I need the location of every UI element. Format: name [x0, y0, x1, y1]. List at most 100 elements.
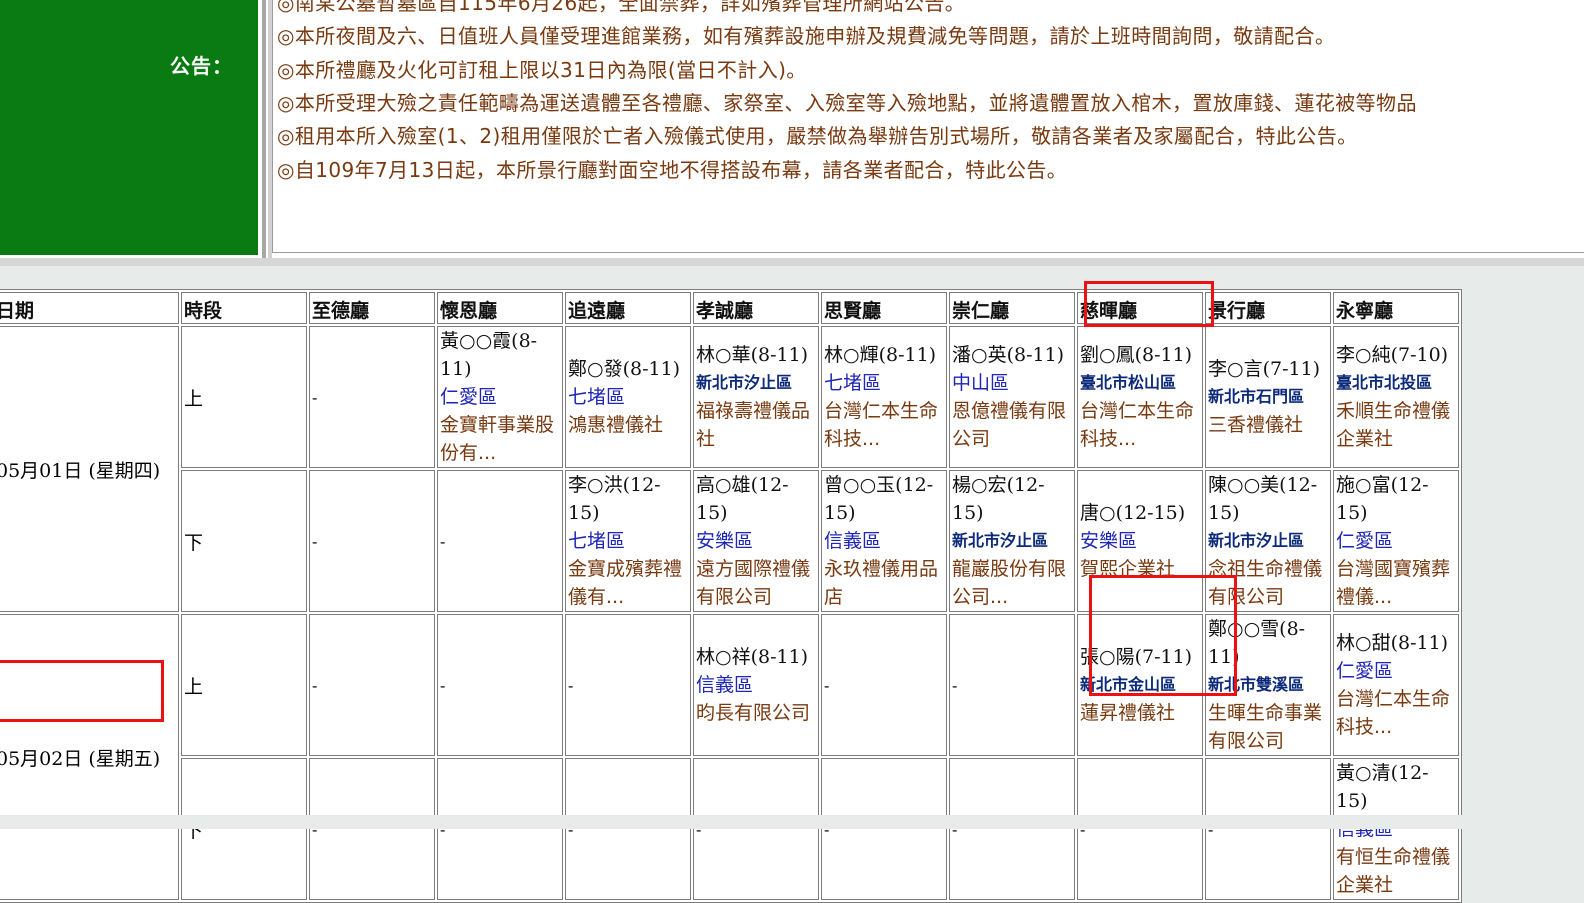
empty-cell: - [565, 614, 691, 756]
booking-entry: 劉○鳳(8-11) 臺北市松山區台灣仁本生命科技... [1080, 341, 1200, 453]
district-link[interactable]: 新北市汐止區 [952, 527, 1072, 555]
empty-marker: - [824, 676, 830, 695]
booking-cell[interactable]: 林○祥(8-11) 信義區 昀長有限公司 [693, 614, 819, 756]
district-link[interactable]: 新北市汐止區 [1208, 527, 1328, 555]
booking-cell[interactable]: 鄭○○雪(8-11) 新北市雙溪區生暉生命事業有限公司 [1205, 614, 1331, 756]
booking-entry: 林○輝(8-11) 七堵區台灣仁本生命科技... [824, 341, 944, 453]
district-link[interactable]: 仁愛區 [1336, 657, 1456, 685]
district-link[interactable]: 安樂區 [696, 527, 816, 555]
deceased-name: 潘○英(8-11) [952, 344, 1065, 366]
booking-cell[interactable]: 曾○○玉(12-15) 信義區 永玖禮儀用品店 [821, 470, 947, 612]
funeral-company: 生暉生命事業有限公司 [1208, 702, 1323, 752]
district-link[interactable]: 仁愛區 [440, 383, 560, 411]
district-link[interactable]: 安樂區 [1080, 527, 1200, 555]
booking-cell[interactable]: 施○富(12-15) 仁愛區 台灣國寶殯葬禮儀... [1333, 470, 1459, 612]
empty-marker: - [312, 676, 318, 695]
notice-line: ◎租用本所入殮室(1、2)租用僅限於亡者入殮儀式使用，嚴禁做為舉辦告別式場所，敬… [277, 124, 1358, 148]
table-header-row: 日期時段至德廳懷恩廳追遠廳孝誠廳思賢廳崇仁廳慈暉廳景行廳永寧廳 [0, 292, 1459, 324]
notice-line: ◎本所受理大殮之責任範疇為運送遺體至各禮廳、家祭室、入殮室等入殮地點，並將遺體置… [277, 91, 1417, 115]
empty-cell: - [949, 614, 1075, 756]
date-cell: 05月01日 (星期四) [0, 326, 179, 612]
period-cell: 下 [181, 758, 307, 900]
table-row: 05月02日 (星期五) 上 - - - 林○祥(8-11) 信義區 昀長有限公司 - - 張○陽(… [0, 614, 1459, 900]
deceased-name: 林○甜(8-11) [1336, 632, 1449, 654]
booking-cell[interactable]: 李○洪(12-15) 七堵區 金寶成殯葬禮儀有... [565, 470, 691, 612]
booking-entry: 李○洪(12-15) 七堵區 金寶成殯葬禮儀有... [568, 471, 688, 611]
booking-cell[interactable]: 楊○宏(12-15) 新北市汐止區 龍巖股份有限公司... [949, 470, 1075, 612]
booking-cell[interactable]: 黃○清(12-15) 信義區 有恒生命禮儀企業社 [1333, 758, 1459, 900]
booking-cell[interactable]: 鄭○發(8-11) 七堵區 鴻惠禮儀社 [565, 326, 691, 468]
booking-entry: 林○華(8-11) 新北市汐止區 福祿壽禮儀品社 [696, 341, 816, 453]
booking-cell[interactable]: 李○言(7-11) 新北市石門區 三香禮儀社 [1205, 326, 1331, 468]
empty-cell: - [309, 758, 435, 900]
deceased-name: 李○言(7-11) [1208, 358, 1321, 380]
district-link[interactable]: 信義區 [696, 671, 816, 699]
booking-cell[interactable]: 陳○○美(12-15) 新北市汐止區 念祖生命禮儀有限公司 [1205, 470, 1331, 612]
district-link[interactable]: 臺北市松山區 [1080, 369, 1200, 397]
booking-cell[interactable]: 劉○鳳(8-11) 臺北市松山區台灣仁本生命科技... [1077, 326, 1203, 468]
separator-band [0, 258, 1584, 266]
header-hall: 景行廳 [1205, 292, 1331, 324]
funeral-company: 鴻惠禮儀社 [568, 414, 664, 436]
district-link[interactable]: 臺北市北投區 [1336, 369, 1456, 397]
funeral-company: 台灣仁本生命科技... [1080, 400, 1195, 450]
booking-cell[interactable]: 唐○(12-15) 安樂區 賀熙企業社 [1077, 470, 1203, 612]
deceased-name: 林○祥(8-11) [696, 646, 809, 668]
funeral-company: 台灣仁本生命科技... [1336, 688, 1451, 738]
booking-cell[interactable]: 黃○○霞(8-11) 仁愛區 金寶軒事業股份有... [437, 326, 563, 468]
booking-cell[interactable]: 潘○英(8-11) 中山區 恩億禮儀有限公司 [949, 326, 1075, 468]
district-link[interactable]: 新北市汐止區 [696, 369, 816, 397]
funeral-company: 蓮昇禮儀社 [1080, 702, 1176, 724]
booking-cell[interactable]: 林○甜(8-11) 仁愛區台灣仁本生命科技... [1333, 614, 1459, 756]
district-link[interactable]: 新北市金山區 [1080, 671, 1200, 699]
funeral-company: 永玖禮儀用品店 [824, 558, 939, 608]
district-link[interactable]: 新北市雙溪區 [1208, 671, 1328, 699]
deceased-name: 黃○清(12-15) [1336, 762, 1429, 812]
booking-entry: 施○富(12-15) 仁愛區 台灣國寶殯葬禮儀... [1336, 471, 1456, 611]
table-row: 05月01日 (星期四) 上 - 黃○○霞(8-11) 仁愛區 金寶軒事業股份有... 鄭○… [0, 326, 1459, 612]
district-link[interactable]: 中山區 [952, 369, 1072, 397]
booking-entry: 黃○○霞(8-11) 仁愛區 金寶軒事業股份有... [440, 327, 560, 467]
deceased-name: 陳○○美(12-15) [1208, 474, 1318, 524]
empty-cell: - [437, 470, 563, 612]
booking-entry: 陳○○美(12-15) 新北市汐止區 念祖生命禮儀有限公司 [1208, 471, 1328, 611]
notice-label: 公告： [170, 54, 233, 78]
period-cell: 上 [181, 326, 307, 468]
notice-line: ◎自109年7月13日起，本所景行廳對面空地不得搭設布幕，請各業者配合，特此公告… [277, 158, 1068, 182]
booking-entry: 楊○宏(12-15) 新北市汐止區 龍巖股份有限公司... [952, 471, 1072, 611]
deceased-name: 劉○鳳(8-11) [1080, 344, 1193, 366]
booking-cell[interactable]: 高○雄(12-15) 安樂區 遠方國際禮儀有限公司 [693, 470, 819, 612]
booking-entry: 唐○(12-15) 安樂區 賀熙企業社 [1080, 499, 1200, 583]
funeral-company: 福祿壽禮儀品社 [696, 400, 811, 450]
empty-marker: - [952, 676, 958, 695]
funeral-company: 金寶軒事業股份有... [440, 414, 555, 464]
empty-marker: - [568, 676, 574, 695]
table-row: 下 - - - - - - - - 黃○清(12-15) 信義區 有恒生命禮儀企業社 [0, 758, 1459, 900]
booking-entry: 林○祥(8-11) 信義區 昀長有限公司 [696, 643, 816, 727]
funeral-company: 台灣仁本生命科技... [824, 400, 939, 450]
booking-cell[interactable]: 張○陽(7-11) 新北市金山區 蓮昇禮儀社 [1077, 614, 1203, 756]
notice-label-panel: 公告： [0, 0, 258, 255]
booking-entry: 鄭○○雪(8-11) 新北市雙溪區生暉生命事業有限公司 [1208, 615, 1328, 755]
funeral-company: 賀熙企業社 [1080, 558, 1176, 580]
district-link[interactable]: 新北市石門區 [1208, 383, 1328, 411]
deceased-name: 鄭○○雪(8-11) [1208, 618, 1306, 668]
funeral-company: 金寶成殯葬禮儀有... [568, 558, 683, 608]
booking-entry: 潘○英(8-11) 中山區 恩億禮儀有限公司 [952, 341, 1072, 453]
district-link[interactable]: 七堵區 [824, 369, 944, 397]
bottom-strip [0, 815, 1584, 829]
notice-line: ◎本所夜間及六、日值班人員僅受理進館業務，如有殯葬設施申辦及規費減免等問題，請於… [277, 24, 1336, 48]
deceased-name: 高○雄(12-15) [696, 474, 789, 524]
header-hall: 懷恩廳 [437, 292, 563, 324]
district-link[interactable]: 仁愛區 [1336, 527, 1456, 555]
notice-textbox[interactable]: ◎南某公墓暫墓區自115年6月26起，全面禁葬，詳如殯葬管理所網站公告。 ◎本所… [272, 0, 1584, 253]
hall-schedule-table: 日期時段至德廳懷恩廳追遠廳孝誠廳思賢廳崇仁廳慈暉廳景行廳永寧廳05月01日 (星… [0, 289, 1462, 903]
district-link[interactable]: 七堵區 [568, 383, 688, 411]
district-link[interactable]: 七堵區 [568, 527, 688, 555]
funeral-company: 禾順生命禮儀企業社 [1336, 400, 1451, 450]
booking-cell[interactable]: 林○輝(8-11) 七堵區台灣仁本生命科技... [821, 326, 947, 468]
deceased-name: 林○輝(8-11) [824, 344, 937, 366]
booking-cell[interactable]: 李○純(7-10) 臺北市北投區 禾順生命禮儀企業社 [1333, 326, 1459, 468]
booking-cell[interactable]: 林○華(8-11) 新北市汐止區 福祿壽禮儀品社 [693, 326, 819, 468]
district-link[interactable]: 信義區 [824, 527, 944, 555]
